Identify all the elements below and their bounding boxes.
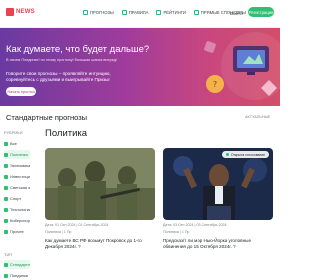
versus-icon [4,273,8,278]
sidebar-item-duels[interactable]: Поединки [4,271,30,280]
card-date: Дата: 01 Сен 2024 | 01 Сентябрь 2024 [45,223,109,227]
sidebar-item-other[interactable]: Прочее [4,227,30,236]
nav-label: Правила [128,10,149,15]
logo[interactable]: NEWS [6,8,35,16]
sidebar-heading-type: Тип [4,252,13,257]
sidebar-item-label: Все [10,141,17,146]
banner-description: Говорите свои прогнозы – проявляйте инту… [6,71,111,82]
sidebar-item-label: Стандартные [10,262,30,267]
soldiers-photo [45,148,155,220]
nav-label: Рейтинги [163,10,186,15]
sidebar-item-social[interactable]: Светская жизнь [4,183,30,192]
sidebar-heading: Рубрики [4,130,23,135]
nav-item-ratings[interactable]: Рейтинги [156,10,186,15]
signup-button[interactable]: Регистрация [248,7,274,17]
sidebar-item-economy[interactable]: Экономика [4,161,30,170]
sidebar-item-esports[interactable]: Киберспорт [4,216,30,225]
status-dot-icon [225,153,229,156]
coin-icon [4,174,8,179]
top-header: NEWS Прогнозы Правила Рейтинги Прямые сп… [0,0,280,28]
trophy-icon [156,10,162,15]
sidebar-item-tech[interactable]: Технологии [4,205,30,214]
main-nav: Прогнозы Правила Рейтинги Прямые спонсор… [83,10,254,15]
card-question[interactable]: Предсказ/т ли мэр Нью-Йорка уголовные об… [163,238,273,250]
handshake-icon [193,10,199,15]
card-image [45,148,155,220]
flag-icon [4,152,8,157]
ball-icon [4,196,8,201]
sidebar-item-label: Светская жизнь [10,185,30,190]
forecast-card[interactable]: Открыта голосование Дата: 03 Сен 2024 | … [163,148,273,250]
list-icon [4,262,8,267]
actual-link[interactable]: Актуальные [245,115,270,119]
status-badge: Открыта голосование [221,151,269,158]
sidebar-item-label: Спорт [10,196,22,201]
sidebar-item-label: Экономика [10,163,30,168]
sidebar-item-label: Инвестиции [10,174,30,179]
card-category: Политика | 1 Пр [45,230,72,234]
svg-text:?: ? [213,80,217,89]
sidebar-item-label: Киберспорт [10,218,30,223]
banner-subtitle: В своем Поединке! по этому прогнозу! бол… [6,58,117,62]
sidebar-item-investments[interactable]: Инвестиции [4,172,30,181]
document-icon [121,10,127,15]
sidebar-item-label: Прочее [10,229,24,234]
sidebar-item-all[interactable]: Все [4,139,30,148]
sidebar-item-label: Технологии [10,207,30,212]
nav-item-rules[interactable]: Правила [121,10,149,15]
section-title: Стандартные прогнозы [6,113,88,122]
chart-icon [83,10,88,15]
card-image: Открыта голосование [163,148,273,220]
card-question[interactable]: Как думаете ВС РФ возьмут Покровск до 1-… [45,238,155,250]
grid-icon [4,141,8,146]
logo-text: NEWS [16,9,35,15]
nav-item-forecasts[interactable]: Прогнозы [83,10,114,15]
sidebar-item-sport[interactable]: Спорт [4,194,30,203]
nav-label: Прогнозы [90,10,114,15]
star-icon [4,185,8,190]
forecast-card[interactable]: Дата: 01 Сен 2024 | 01 Сентябрь 2024 Пол… [45,148,155,250]
sidebar-item-standard[interactable]: Стандартные [4,260,30,269]
category-title: Политика [45,128,88,139]
card-category: Политика | 1 Пр [163,230,190,234]
card-date: Дата: 03 Сен 2024 | 03 Сентябрь 2024 [163,223,227,227]
sidebar-item-label: Поединки [10,273,28,278]
sidebar-item-label: Политика [10,152,28,157]
category-sidebar: Рубрики Все Политика Экономика Инвестици… [0,124,30,280]
login-link[interactable]: Войти [230,11,243,16]
logo-icon [6,8,14,16]
banner-illustration: ? [204,32,280,100]
hero-banner: ? Как думаете, что будет дальше? В своем… [0,28,280,106]
start-forecast-button[interactable]: Начать прогноз [6,87,36,96]
banner-title: Как думаете, что будет дальше? [6,44,150,55]
chip-icon [4,207,8,212]
dots-icon [4,229,8,234]
sidebar-item-politics[interactable]: Политика [4,150,30,159]
chart-icon [4,163,8,168]
status-badge-label: Открыта голосование [230,152,265,157]
gamepad-icon [4,218,8,223]
speaker-photo [163,148,273,220]
